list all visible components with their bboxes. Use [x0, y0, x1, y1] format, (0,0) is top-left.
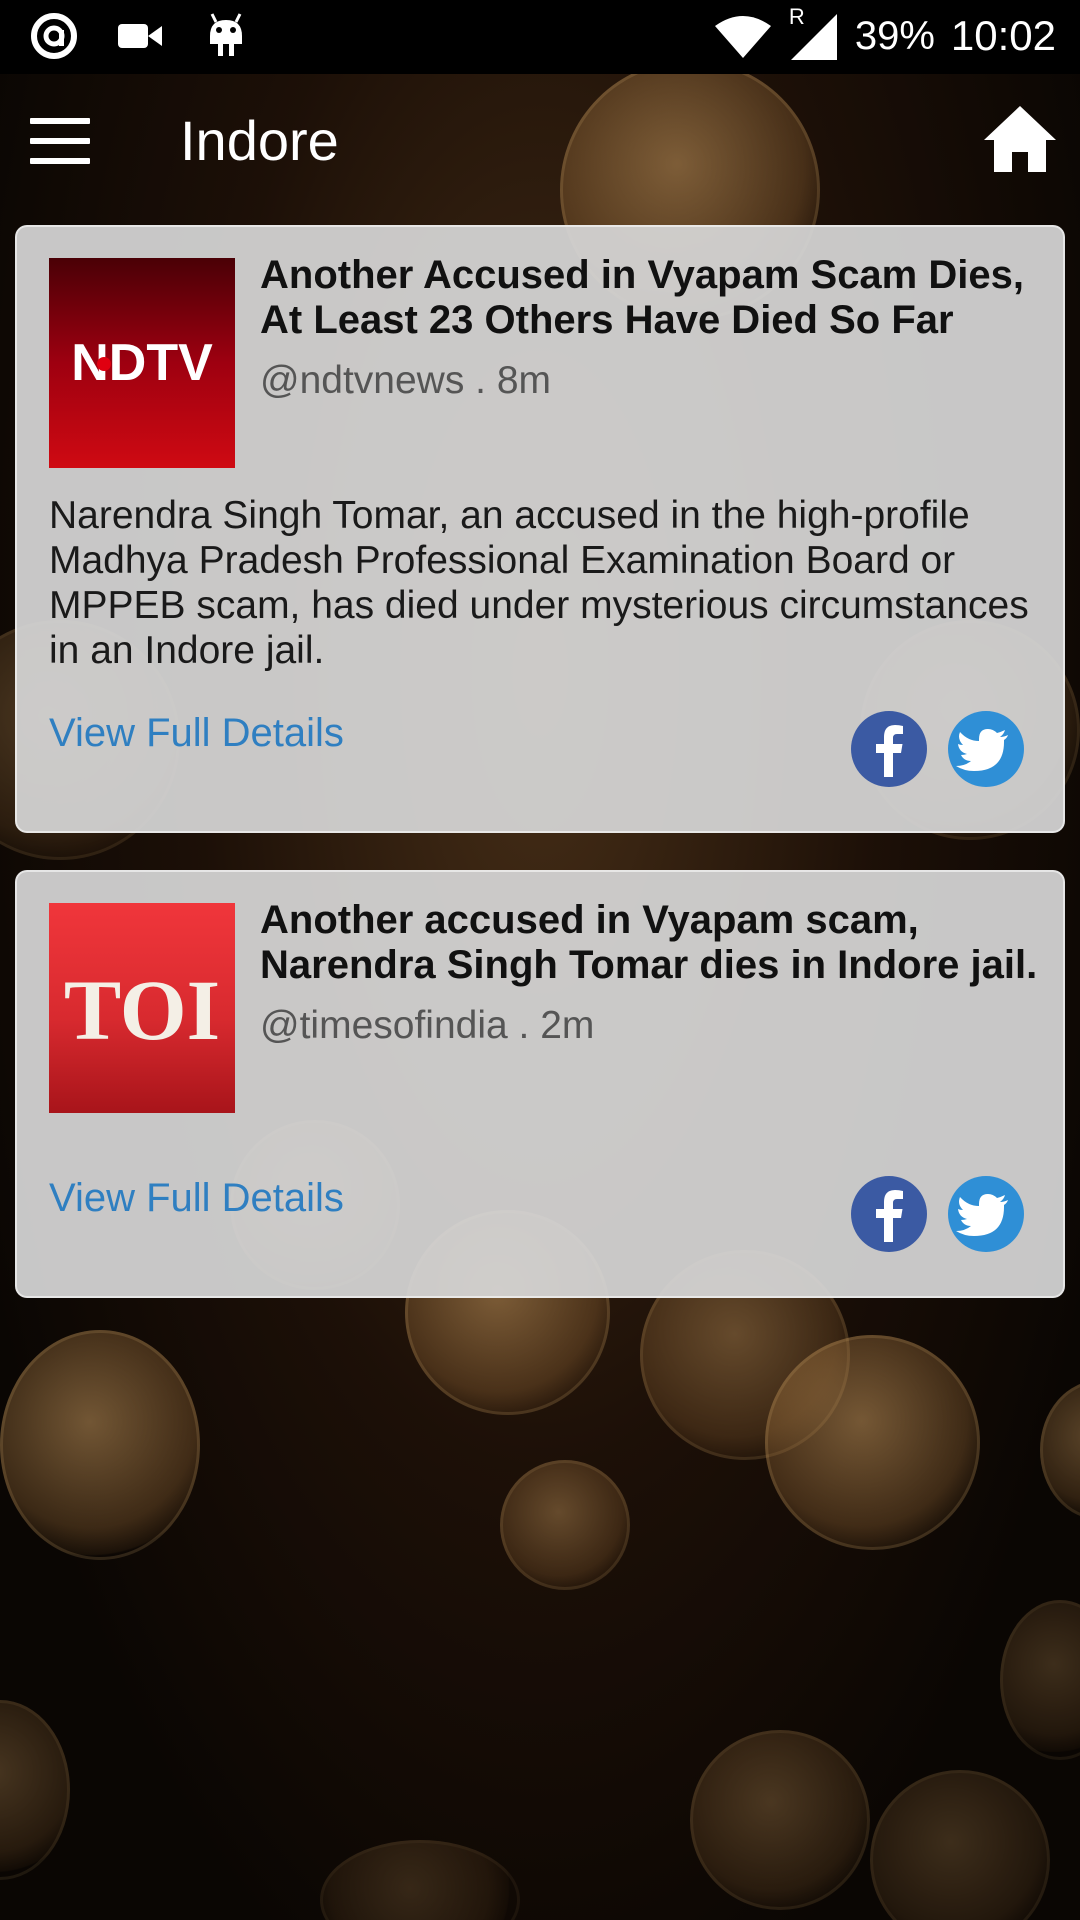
ndtv-logo-text: NDTV — [71, 334, 213, 392]
twitter-icon — [956, 1194, 1008, 1236]
twitter-share-button[interactable] — [948, 711, 1024, 787]
twitter-icon — [956, 729, 1008, 771]
facebook-icon — [876, 725, 903, 777]
battery-percent: 39% — [854, 13, 935, 58]
news-card: TOI Another accused in Vyapam scam, Nare… — [15, 870, 1065, 1298]
notification-a-icon — [31, 13, 77, 59]
toi-logo[interactable]: TOI — [49, 903, 235, 1113]
app-bar: Indore — [0, 74, 1080, 214]
page-title: Indore — [180, 109, 339, 172]
facebook-icon — [876, 1190, 903, 1242]
article-byline: @timesofindia . 2m — [260, 1004, 595, 1047]
android-icon — [210, 13, 242, 56]
toi-logo-text: TOI — [64, 962, 220, 1058]
ndtv-logo[interactable]: NDTV — [49, 258, 235, 468]
hamburger-menu-icon[interactable] — [30, 118, 90, 164]
video-camera-icon — [118, 24, 162, 48]
article-summary: Narendra Singh Tomar, an accused in the … — [49, 494, 1029, 672]
article-headline[interactable]: Another accused in Vyapam scam, Narendra… — [260, 898, 1050, 988]
home-icon[interactable] — [982, 102, 1058, 178]
facebook-share-button[interactable] — [851, 711, 927, 787]
view-full-details-link[interactable]: View Full Details — [49, 711, 344, 756]
signal-icon — [790, 14, 837, 60]
facebook-share-button[interactable] — [851, 1176, 927, 1252]
clock: 10:02 — [950, 12, 1056, 59]
wifi-icon — [714, 16, 771, 58]
article-byline: @ndtvnews . 8m — [260, 359, 552, 402]
status-bar: R 39% 10:02 — [0, 0, 1080, 74]
view-full-details-link[interactable]: View Full Details — [49, 1176, 344, 1221]
article-headline[interactable]: Another Accused in Vyapam Scam Dies, At … — [260, 253, 1050, 343]
twitter-share-button[interactable] — [948, 1176, 1024, 1252]
news-card: NDTV Another Accused in Vyapam Scam Dies… — [15, 225, 1065, 833]
